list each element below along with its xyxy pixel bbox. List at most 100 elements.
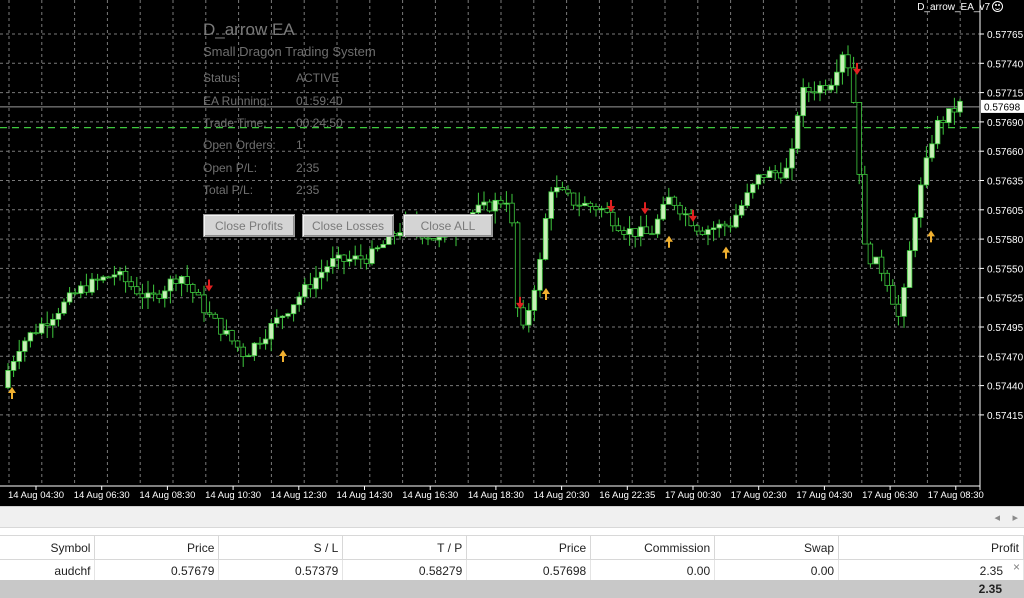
close-order-icon[interactable]: × — [1013, 560, 1020, 574]
candle-body — [811, 91, 818, 94]
candle-body — [946, 108, 952, 124]
candle-body — [587, 202, 594, 207]
candle-body — [912, 217, 918, 251]
cell-price: 0.57679 — [94, 559, 220, 581]
scroll-right-icon[interactable]: ▸ — [1012, 511, 1018, 524]
col-sl[interactable]: S / L — [218, 535, 344, 560]
candle-body — [279, 315, 286, 319]
candle-body — [218, 317, 224, 335]
col-symbol[interactable]: Symbol — [0, 535, 96, 560]
candle-body — [122, 270, 129, 283]
candle-body — [654, 218, 661, 235]
col-profit[interactable]: Profit — [838, 535, 1024, 560]
sell-arrow-icon — [641, 202, 649, 215]
ea-row-key: Status: — [203, 71, 241, 85]
price-tick-label: 0.57470 — [987, 352, 1024, 363]
candle-body — [828, 84, 834, 91]
terminal-panel: ◂ ▸ Symbol Price S / L T / P Price Commi… — [0, 506, 1024, 598]
candle-body — [190, 284, 196, 293]
candle-body — [10, 361, 17, 371]
candle-body — [55, 312, 62, 320]
col-tp[interactable]: T / P — [342, 535, 468, 560]
candle-body — [542, 218, 549, 260]
smiley-icon — [992, 1, 1003, 12]
scroll-left-icon[interactable]: ◂ — [994, 511, 1000, 524]
candle-body — [873, 256, 879, 265]
table-row[interactable]: audchf 0.57679 0.57379 0.58279 0.57698 0… — [0, 559, 1024, 581]
candle-body — [352, 255, 358, 260]
candle-body — [951, 108, 958, 113]
candle-body — [895, 303, 902, 317]
candle-body — [16, 351, 22, 362]
time-tick-label: 17 Aug 06:30 — [862, 490, 918, 501]
candle-body — [744, 192, 750, 206]
candle-body — [313, 277, 319, 290]
candle-body — [559, 187, 566, 191]
time-tick-label: 14 Aug 20:30 — [534, 490, 590, 501]
candle-body — [783, 167, 790, 179]
candle-body — [369, 248, 375, 264]
col-commission[interactable]: Commission — [590, 535, 716, 560]
candle-body — [878, 256, 885, 274]
price-tick-label: 0.57550 — [987, 264, 1024, 275]
close-profits-button[interactable]: Close Profits — [203, 214, 295, 237]
time-tick-label: 14 Aug 18:30 — [468, 490, 524, 501]
candle-body — [475, 204, 482, 213]
candle-body — [100, 276, 106, 281]
candle-body — [632, 228, 638, 237]
col-price[interactable]: Price — [94, 535, 220, 560]
total-bar: 2.35 — [0, 580, 1024, 598]
candle-body — [957, 100, 963, 113]
price-tick-label: 0.57415 — [987, 411, 1024, 422]
candle-body — [262, 338, 269, 345]
candle-body — [318, 271, 325, 279]
candle-body — [705, 229, 711, 235]
price-tick-label: 0.57635 — [987, 177, 1024, 188]
candle-body — [598, 208, 605, 211]
candle-body — [934, 119, 941, 145]
candle-body — [397, 232, 403, 237]
candle-body — [643, 226, 650, 235]
candle-body — [83, 285, 90, 293]
candle-body — [234, 340, 241, 348]
candle-body — [576, 204, 582, 207]
candle-body — [918, 184, 924, 218]
candle-body — [839, 54, 846, 73]
candle-body — [302, 284, 308, 298]
candle-body — [61, 301, 67, 314]
candle-body — [548, 191, 554, 219]
horizontal-scrollbar[interactable]: ◂ ▸ — [0, 506, 1024, 528]
ea-row-value: 2.35 — [296, 161, 320, 175]
candle-body — [251, 342, 258, 357]
candle-body — [940, 119, 946, 124]
price-tick-label: 0.57580 — [987, 235, 1024, 246]
candle-body — [481, 201, 487, 206]
close-all-button[interactable]: Close ALL — [403, 214, 493, 237]
candle-body — [850, 67, 857, 103]
candle-body — [901, 287, 907, 317]
candle-body — [94, 278, 101, 281]
candle-body — [268, 323, 274, 340]
candle-body — [44, 323, 50, 326]
candle-body — [111, 274, 118, 278]
close-losses-button[interactable]: Close Losses — [302, 214, 394, 237]
indicator-label: D_arrow_EA_v7 — [917, 2, 990, 13]
col-current-price[interactable]: Price — [466, 535, 592, 560]
col-swap[interactable]: Swap — [714, 535, 840, 560]
candle-body — [593, 206, 599, 211]
candle-body — [806, 86, 812, 93]
buy-arrow-icon — [542, 288, 550, 301]
orders-table: Symbol Price S / L T / P Price Commissio… — [0, 535, 1024, 581]
candle-body — [733, 214, 739, 228]
candle-body — [363, 258, 370, 264]
price-chart[interactable]: 0.57765 0.57740 0.57715 0.57690 0.57660 0.576… — [0, 0, 1024, 506]
candle-body — [5, 370, 11, 389]
candle-body — [677, 204, 683, 215]
candle-body — [755, 174, 762, 185]
buy-arrow-icon — [927, 230, 935, 243]
candle-body — [890, 285, 896, 305]
current-price-tag-label: 0.57698 — [984, 102, 1021, 113]
ea-row-key: EA Running: — [203, 94, 270, 108]
ea-title: D_arrow EA — [203, 20, 295, 39]
time-tick-label: 14 Aug 10:30 — [205, 490, 261, 501]
